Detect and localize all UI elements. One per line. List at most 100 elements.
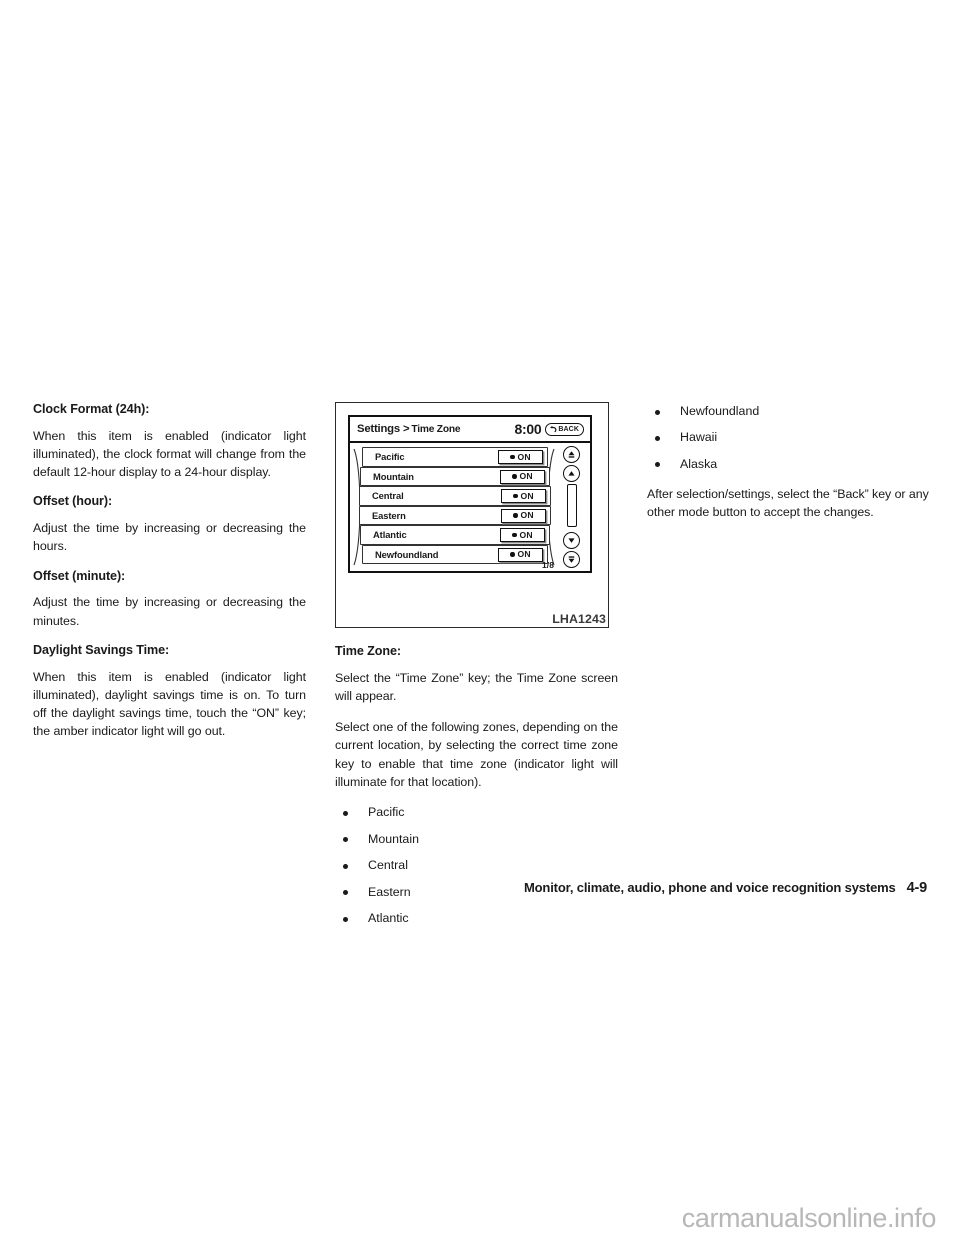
list-item-label: Eastern: [372, 509, 406, 521]
list-item-label: Atlantic: [373, 529, 407, 541]
right-column: Newfoundland Hawaii Alaska After selecti…: [647, 402, 931, 937]
paragraph-offset-minute: Adjust the time by increasing or decreas…: [33, 595, 306, 628]
scrollbar-track[interactable]: [566, 484, 577, 527]
list-item-label: Mountain: [373, 470, 414, 482]
paragraph-accept-changes: After selection/settings, select the “Ba…: [647, 486, 929, 520]
back-button-label: BACK: [558, 425, 579, 433]
heading-clock-format: Clock Format (24h):: [33, 402, 150, 416]
breadcrumb-separator: >: [402, 423, 410, 435]
toggle-state-label: ON: [519, 529, 533, 540]
scroll-down-button[interactable]: [563, 532, 580, 549]
list-item: Atlantic: [335, 910, 618, 928]
middle-column: Settings > Time Zone 8:00 BACK Pacific O…: [335, 402, 618, 937]
list-item-label: Newfoundland: [680, 404, 760, 418]
list-item-atlantic[interactable]: Atlantic ON: [360, 525, 550, 545]
list-item-label: Central: [372, 490, 404, 502]
paragraph-time-zone-intro: Select the “Time Zone” key; the Time Zon…: [335, 670, 618, 703]
bullet-dot-icon: [655, 435, 660, 441]
list-item: Mountain: [335, 831, 618, 849]
list-item-label: Pacific: [375, 451, 405, 463]
bullet-dot-icon: [343, 837, 348, 843]
list-item-label: Central: [368, 858, 408, 873]
nav-screen: Settings > Time Zone 8:00 BACK Pacific O…: [348, 415, 592, 573]
page-indicator: 1/8: [542, 560, 554, 570]
indicator-dot-icon: [512, 474, 517, 479]
down-arrow-icon: [567, 536, 576, 545]
paragraph-daylight-savings: When this item is enabled (indicator lig…: [33, 669, 306, 739]
scroll-button-column: [562, 446, 586, 568]
toggle-state-label: ON: [520, 490, 534, 501]
zone-bullet-list-part1: Pacific Mountain Central Eastern Atlanti…: [335, 804, 618, 928]
bullet-dot-icon: [343, 810, 348, 816]
indicator-dot-icon: [510, 454, 515, 460]
left-text-column: Clock Format (24h): When this item is en…: [33, 402, 306, 937]
list-item: Alaska: [647, 456, 931, 474]
list-item: Hawaii: [647, 429, 931, 447]
header-right-group: 8:00 BACK: [515, 421, 584, 437]
double-down-arrow-icon: [567, 555, 576, 564]
heading-daylight-savings: Daylight Savings Time:: [33, 642, 170, 657]
heading-offset-minute: Offset (minute):: [33, 568, 126, 583]
indicator-dot-icon: [510, 552, 515, 557]
zone-bullet-list-part2: Newfoundland Hawaii Alaska: [647, 403, 931, 474]
figure-code: LHA1243: [552, 612, 606, 626]
up-arrow-icon: [567, 469, 576, 478]
list-item-label: Pacific: [368, 805, 405, 820]
list-item-label: Newfoundland: [375, 548, 439, 560]
figure-time-zone-screen: Settings > Time Zone 8:00 BACK Pacific O…: [335, 402, 609, 628]
toggle-on-button[interactable]: ON: [500, 528, 545, 543]
toggle-on-button[interactable]: ON: [498, 547, 543, 562]
list-item-mountain[interactable]: Mountain ON: [360, 466, 550, 486]
bullet-dot-icon: [655, 409, 660, 415]
list-item-central[interactable]: Central ON: [359, 486, 551, 506]
three-column-layout: Clock Format (24h): When this item is en…: [33, 402, 929, 937]
time-zone-list: Pacific ON Mountain ON Central ON Easter…: [354, 447, 554, 567]
list-item-label: Atlantic: [368, 911, 409, 926]
back-arrow-icon: [549, 425, 557, 433]
back-button[interactable]: BACK: [545, 422, 584, 436]
figure-border: Settings > Time Zone 8:00 BACK Pacific O…: [335, 402, 609, 628]
clock-display: 8:00: [514, 421, 542, 437]
list-item: Newfoundland: [647, 403, 931, 421]
toggle-state-label: ON: [520, 510, 534, 521]
page-footer: Monitor, climate, audio, phone and voice…: [33, 880, 927, 896]
indicator-dot-icon: [513, 493, 518, 499]
list-item-label: Hawaii: [680, 430, 718, 445]
scroll-top-button[interactable]: [563, 446, 580, 463]
list-item-label: Alaska: [680, 456, 718, 471]
footer-chapter-title: Monitor, climate, audio, phone and voice…: [523, 880, 896, 895]
double-up-arrow-icon: [567, 450, 576, 459]
paragraph-offset-hour: Adjust the time by increasing or decreas…: [33, 521, 306, 554]
breadcrumb-root[interactable]: Settings: [357, 423, 400, 435]
toggle-state-label: ON: [517, 451, 531, 462]
screen-body: Pacific ON Mountain ON Central ON Easter…: [350, 443, 590, 572]
indicator-dot-icon: [512, 532, 517, 538]
manual-page: Clock Format (24h): When this item is en…: [0, 0, 960, 1242]
toggle-state-label: ON: [517, 549, 531, 560]
breadcrumb-current: Time Zone: [411, 424, 461, 435]
list-item: Central: [335, 857, 618, 875]
paragraph-clock-format: When this item is enabled (indicator lig…: [33, 428, 306, 480]
scroll-bottom-button[interactable]: [563, 551, 580, 568]
heading-offset-hour: Offset (hour):: [33, 494, 113, 509]
list-item-pacific[interactable]: Pacific ON: [362, 447, 548, 467]
list-item-newfoundland[interactable]: Newfoundland ON: [362, 544, 548, 564]
toggle-state-label: ON: [519, 471, 533, 482]
toggle-on-button[interactable]: ON: [501, 508, 546, 523]
toggle-on-button[interactable]: ON: [501, 489, 546, 504]
heading-time-zone: Time Zone:: [335, 644, 401, 658]
list-item-label: Mountain: [368, 831, 419, 846]
list-item-eastern[interactable]: Eastern ON: [359, 505, 551, 525]
footer-page-number: 4-9: [906, 880, 928, 896]
screen-header: Settings > Time Zone 8:00 BACK: [350, 417, 590, 443]
indicator-dot-icon: [513, 513, 518, 518]
breadcrumb: Settings > Time Zone: [357, 423, 461, 435]
list-item: Pacific: [335, 804, 618, 822]
bullet-dot-icon: [343, 916, 348, 922]
toggle-on-button[interactable]: ON: [500, 469, 545, 484]
site-watermark: carmanualsonline.info: [681, 1203, 937, 1233]
toggle-on-button[interactable]: ON: [498, 450, 543, 465]
bullet-dot-icon: [343, 863, 348, 869]
scroll-up-button[interactable]: [563, 465, 580, 482]
bullet-dot-icon: [655, 462, 660, 468]
